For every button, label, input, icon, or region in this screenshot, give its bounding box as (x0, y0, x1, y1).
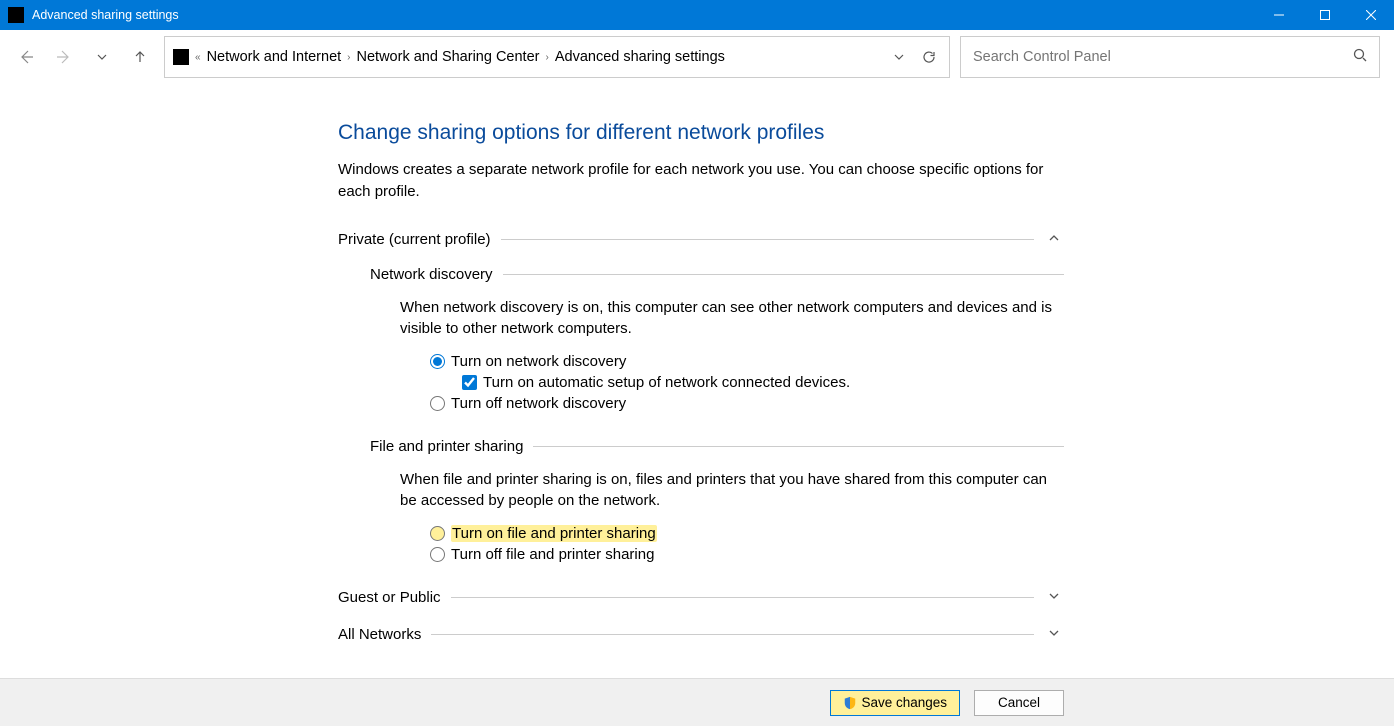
app-icon (8, 7, 24, 23)
search-box[interactable] (960, 36, 1380, 78)
radio-label: Turn off file and printer sharing (451, 546, 654, 563)
radio-input[interactable] (430, 354, 445, 369)
divider (451, 597, 1034, 598)
subsection-label: Network discovery (370, 266, 493, 283)
radio-label: Turn on network discovery (451, 353, 626, 370)
refresh-button[interactable] (917, 45, 941, 69)
button-bar: Save changes Cancel (0, 678, 1394, 726)
page-heading: Change sharing options for different net… (338, 121, 1064, 145)
file-printer-options: Turn on file and printer sharing Turn of… (430, 525, 1064, 563)
breadcrumb-item[interactable]: Network and Internet (207, 49, 342, 65)
divider (533, 446, 1064, 447)
radio-fp-off[interactable]: Turn off file and printer sharing (430, 546, 1064, 563)
divider (501, 239, 1034, 240)
window-controls (1256, 0, 1394, 30)
breadcrumb-item[interactable]: Advanced sharing settings (555, 49, 725, 65)
recent-dropdown[interactable] (88, 43, 116, 71)
divider (503, 274, 1064, 275)
chevron-right-icon[interactable]: › (347, 52, 350, 63)
toolbar: « Network and Internet › Network and Sha… (0, 30, 1394, 85)
checkbox-input[interactable] (462, 375, 477, 390)
chevron-down-icon[interactable] (1044, 589, 1064, 606)
address-bar[interactable]: « Network and Internet › Network and Sha… (164, 36, 950, 78)
close-button[interactable] (1348, 0, 1394, 30)
radio-nd-on[interactable]: Turn on network discovery (430, 353, 1064, 370)
radio-fp-on[interactable]: Turn on file and printer sharing (430, 525, 1064, 542)
chevron-down-icon[interactable] (1044, 626, 1064, 643)
radio-label: Turn on file and printer sharing (451, 525, 657, 542)
section-label: All Networks (338, 626, 421, 643)
network-discovery-options: Turn on network discovery Turn on automa… (430, 353, 1064, 412)
window-title: Advanced sharing settings (32, 8, 1256, 22)
breadcrumb-item[interactable]: Network and Sharing Center (357, 49, 540, 65)
search-input[interactable] (973, 49, 1345, 65)
radio-input-highlighted[interactable] (430, 526, 445, 541)
network-discovery-desc: When network discovery is on, this compu… (400, 297, 1060, 339)
divider (431, 634, 1034, 635)
checkbox-label: Turn on automatic setup of network conne… (483, 374, 850, 391)
location-icon (173, 49, 189, 65)
chevron-up-icon[interactable] (1044, 231, 1064, 248)
file-printer-desc: When file and printer sharing is on, fil… (400, 469, 1060, 511)
back-button[interactable] (12, 43, 40, 71)
shield-icon (843, 696, 857, 710)
button-label: Save changes (861, 695, 947, 710)
section-guest[interactable]: Guest or Public (338, 589, 1064, 606)
minimize-button[interactable] (1256, 0, 1302, 30)
button-label: Cancel (998, 695, 1040, 710)
search-icon[interactable] (1353, 48, 1367, 66)
radio-nd-off[interactable]: Turn off network discovery (430, 395, 1064, 412)
section-all-networks[interactable]: All Networks (338, 626, 1064, 643)
radio-label: Turn off network discovery (451, 395, 626, 412)
content-area: Change sharing options for different net… (0, 85, 1394, 678)
checkbox-auto-setup[interactable]: Turn on automatic setup of network conne… (462, 374, 1064, 391)
radio-input[interactable] (430, 396, 445, 411)
address-dropdown[interactable] (887, 45, 911, 69)
page-intro: Windows creates a separate network profi… (338, 159, 1058, 203)
subsection-label: File and printer sharing (370, 438, 523, 455)
subsection-file-printer: File and printer sharing (370, 438, 1064, 455)
maximize-button[interactable] (1302, 0, 1348, 30)
chevron-right-icon[interactable]: › (545, 52, 548, 63)
radio-input[interactable] (430, 547, 445, 562)
title-bar: Advanced sharing settings (0, 0, 1394, 30)
forward-button[interactable] (50, 43, 78, 71)
up-button[interactable] (126, 43, 154, 71)
subsection-network-discovery: Network discovery (370, 266, 1064, 283)
cancel-button[interactable]: Cancel (974, 690, 1064, 716)
save-changes-button[interactable]: Save changes (830, 690, 960, 716)
chevron-left-icon[interactable]: « (195, 52, 201, 63)
section-label: Guest or Public (338, 589, 441, 606)
section-private[interactable]: Private (current profile) (338, 231, 1064, 248)
breadcrumb: Network and Internet › Network and Shari… (207, 49, 881, 65)
section-label: Private (current profile) (338, 231, 491, 248)
